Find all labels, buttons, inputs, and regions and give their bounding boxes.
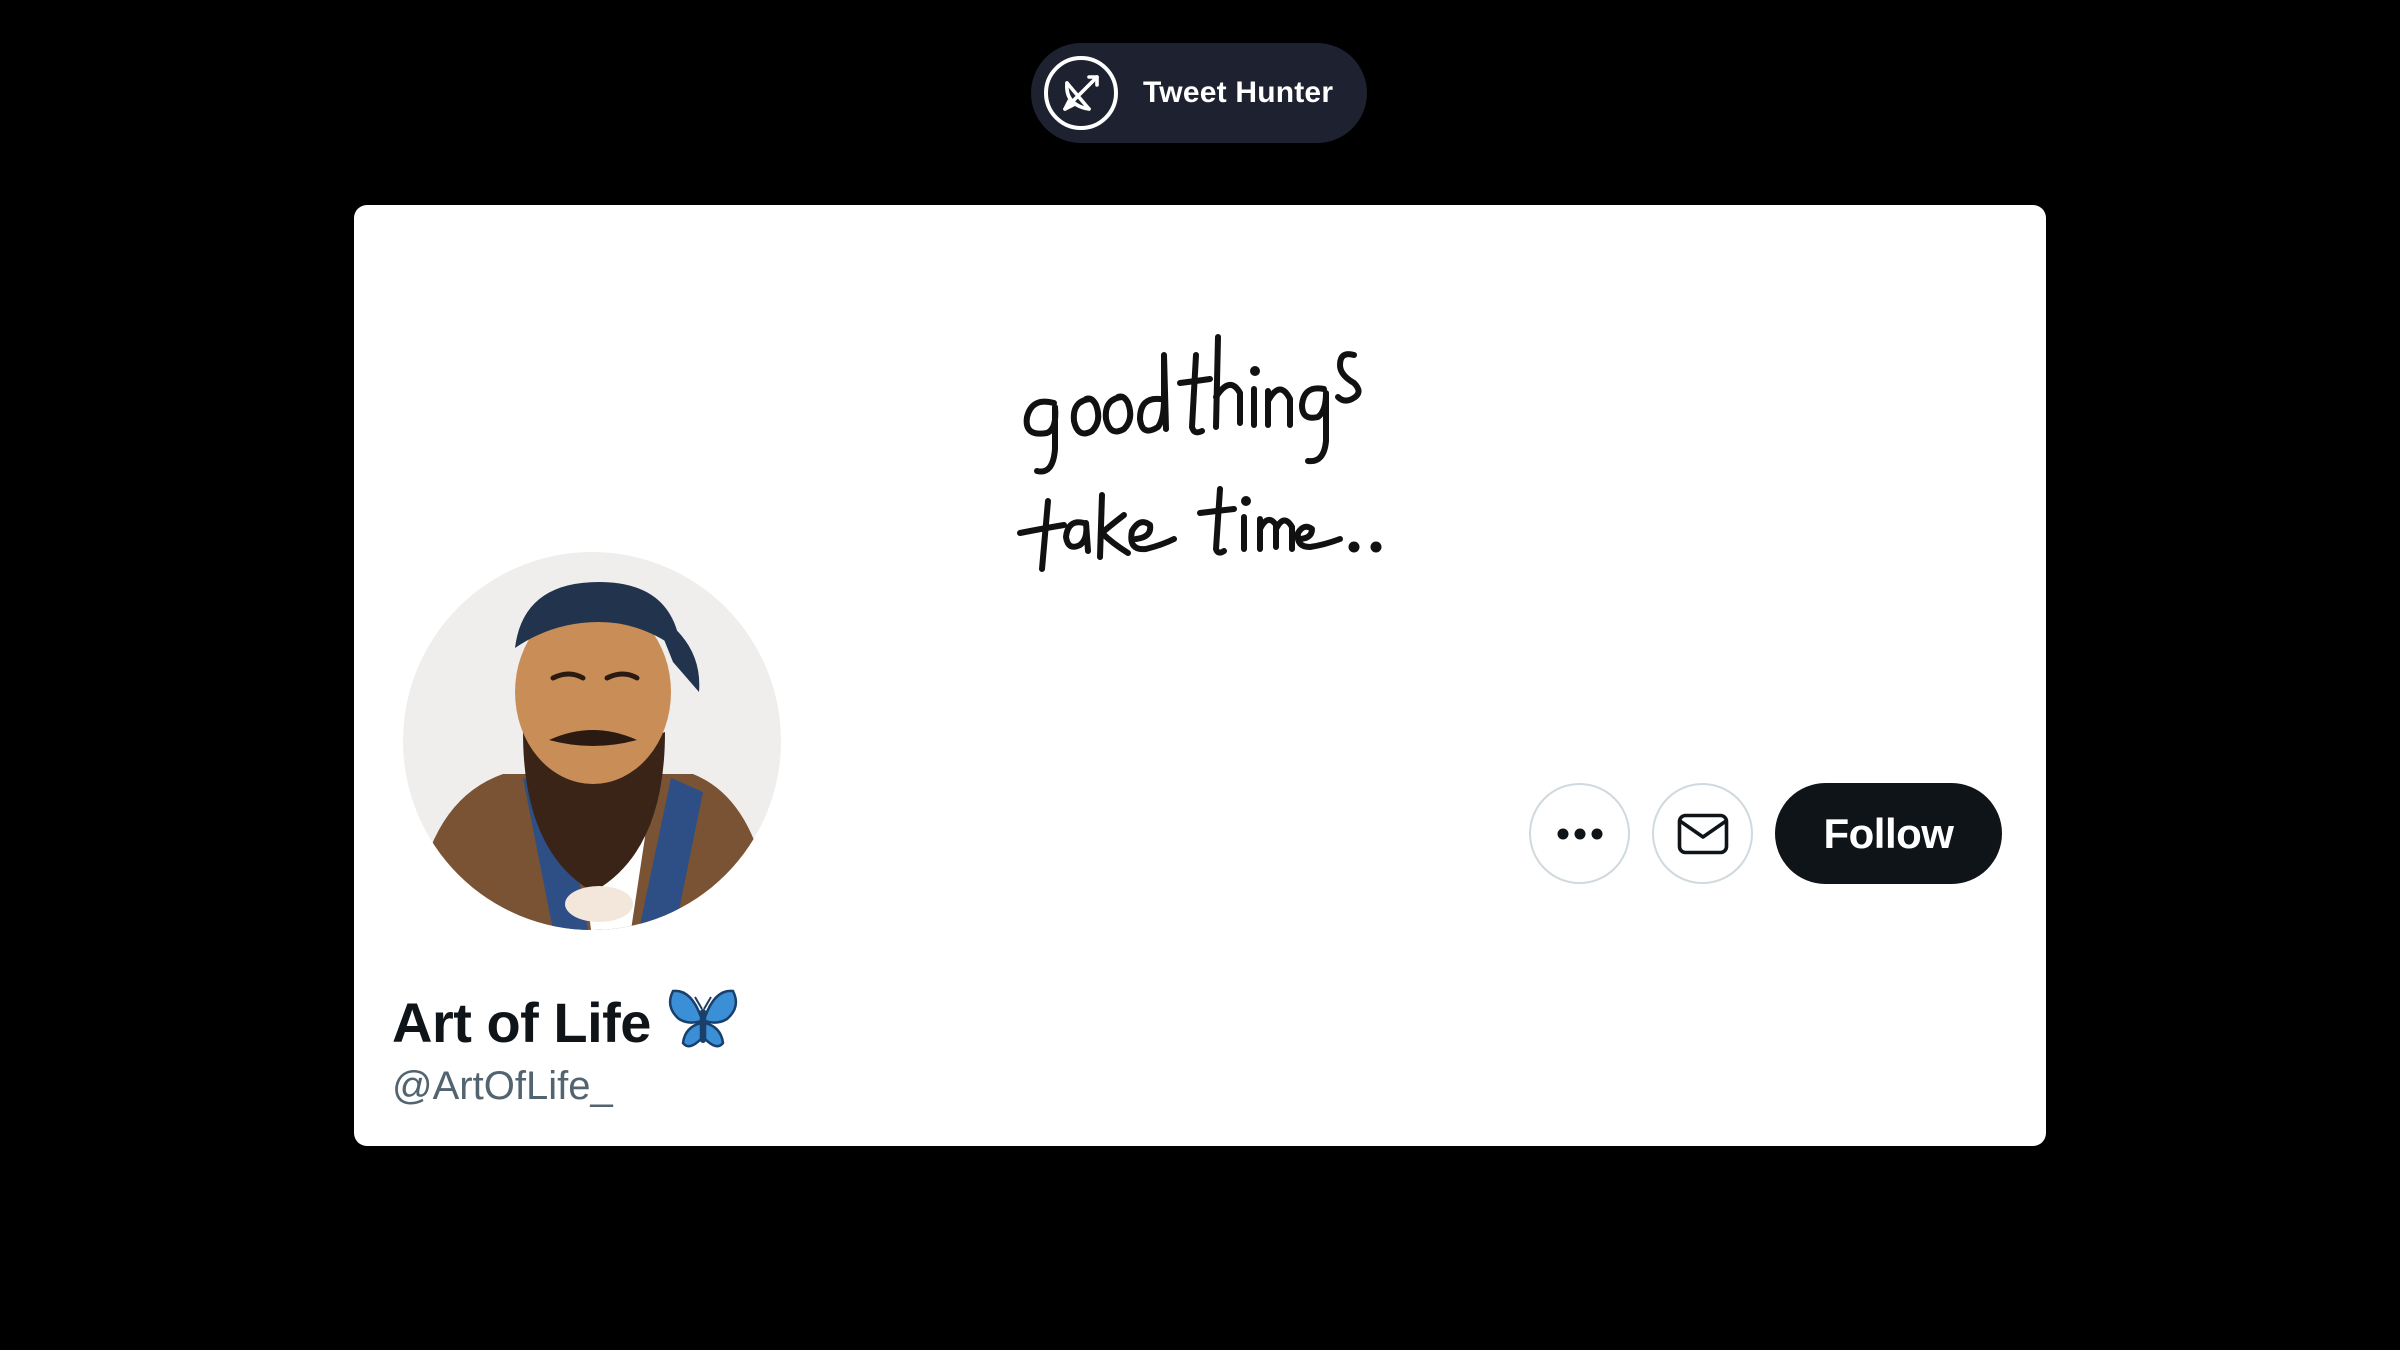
portrait-avatar	[403, 552, 781, 930]
butterfly-emoji-icon	[667, 987, 739, 1058]
profile-card: Follow Art of Life @ArtOfLife_	[354, 205, 2046, 1146]
display-name: Art of Life	[392, 991, 651, 1054]
display-name-row: Art of Life	[392, 987, 739, 1058]
more-dots-icon	[1557, 828, 1602, 839]
message-button[interactable]	[1652, 783, 1753, 884]
more-button[interactable]	[1529, 783, 1630, 884]
mail-icon	[1677, 813, 1728, 854]
brand-name: Tweet Hunter	[1143, 76, 1334, 109]
page: Tweet Hunter Follow Art of Life @ArtOfLi…	[0, 0, 2400, 1350]
profile-handle: @ArtOfLife_	[392, 1064, 613, 1108]
banner-handwriting-line1	[1023, 334, 1362, 475]
profile-actions: Follow	[1529, 783, 2002, 884]
avatar[interactable]	[398, 547, 786, 935]
banner-handwriting-line2	[1017, 486, 1382, 572]
follow-button[interactable]: Follow	[1775, 783, 2002, 884]
brand-pill: Tweet Hunter	[1031, 43, 1367, 143]
profile-names: Art of Life @ArtOfLife_	[392, 987, 739, 1109]
bow-arrow-icon	[1044, 56, 1118, 130]
